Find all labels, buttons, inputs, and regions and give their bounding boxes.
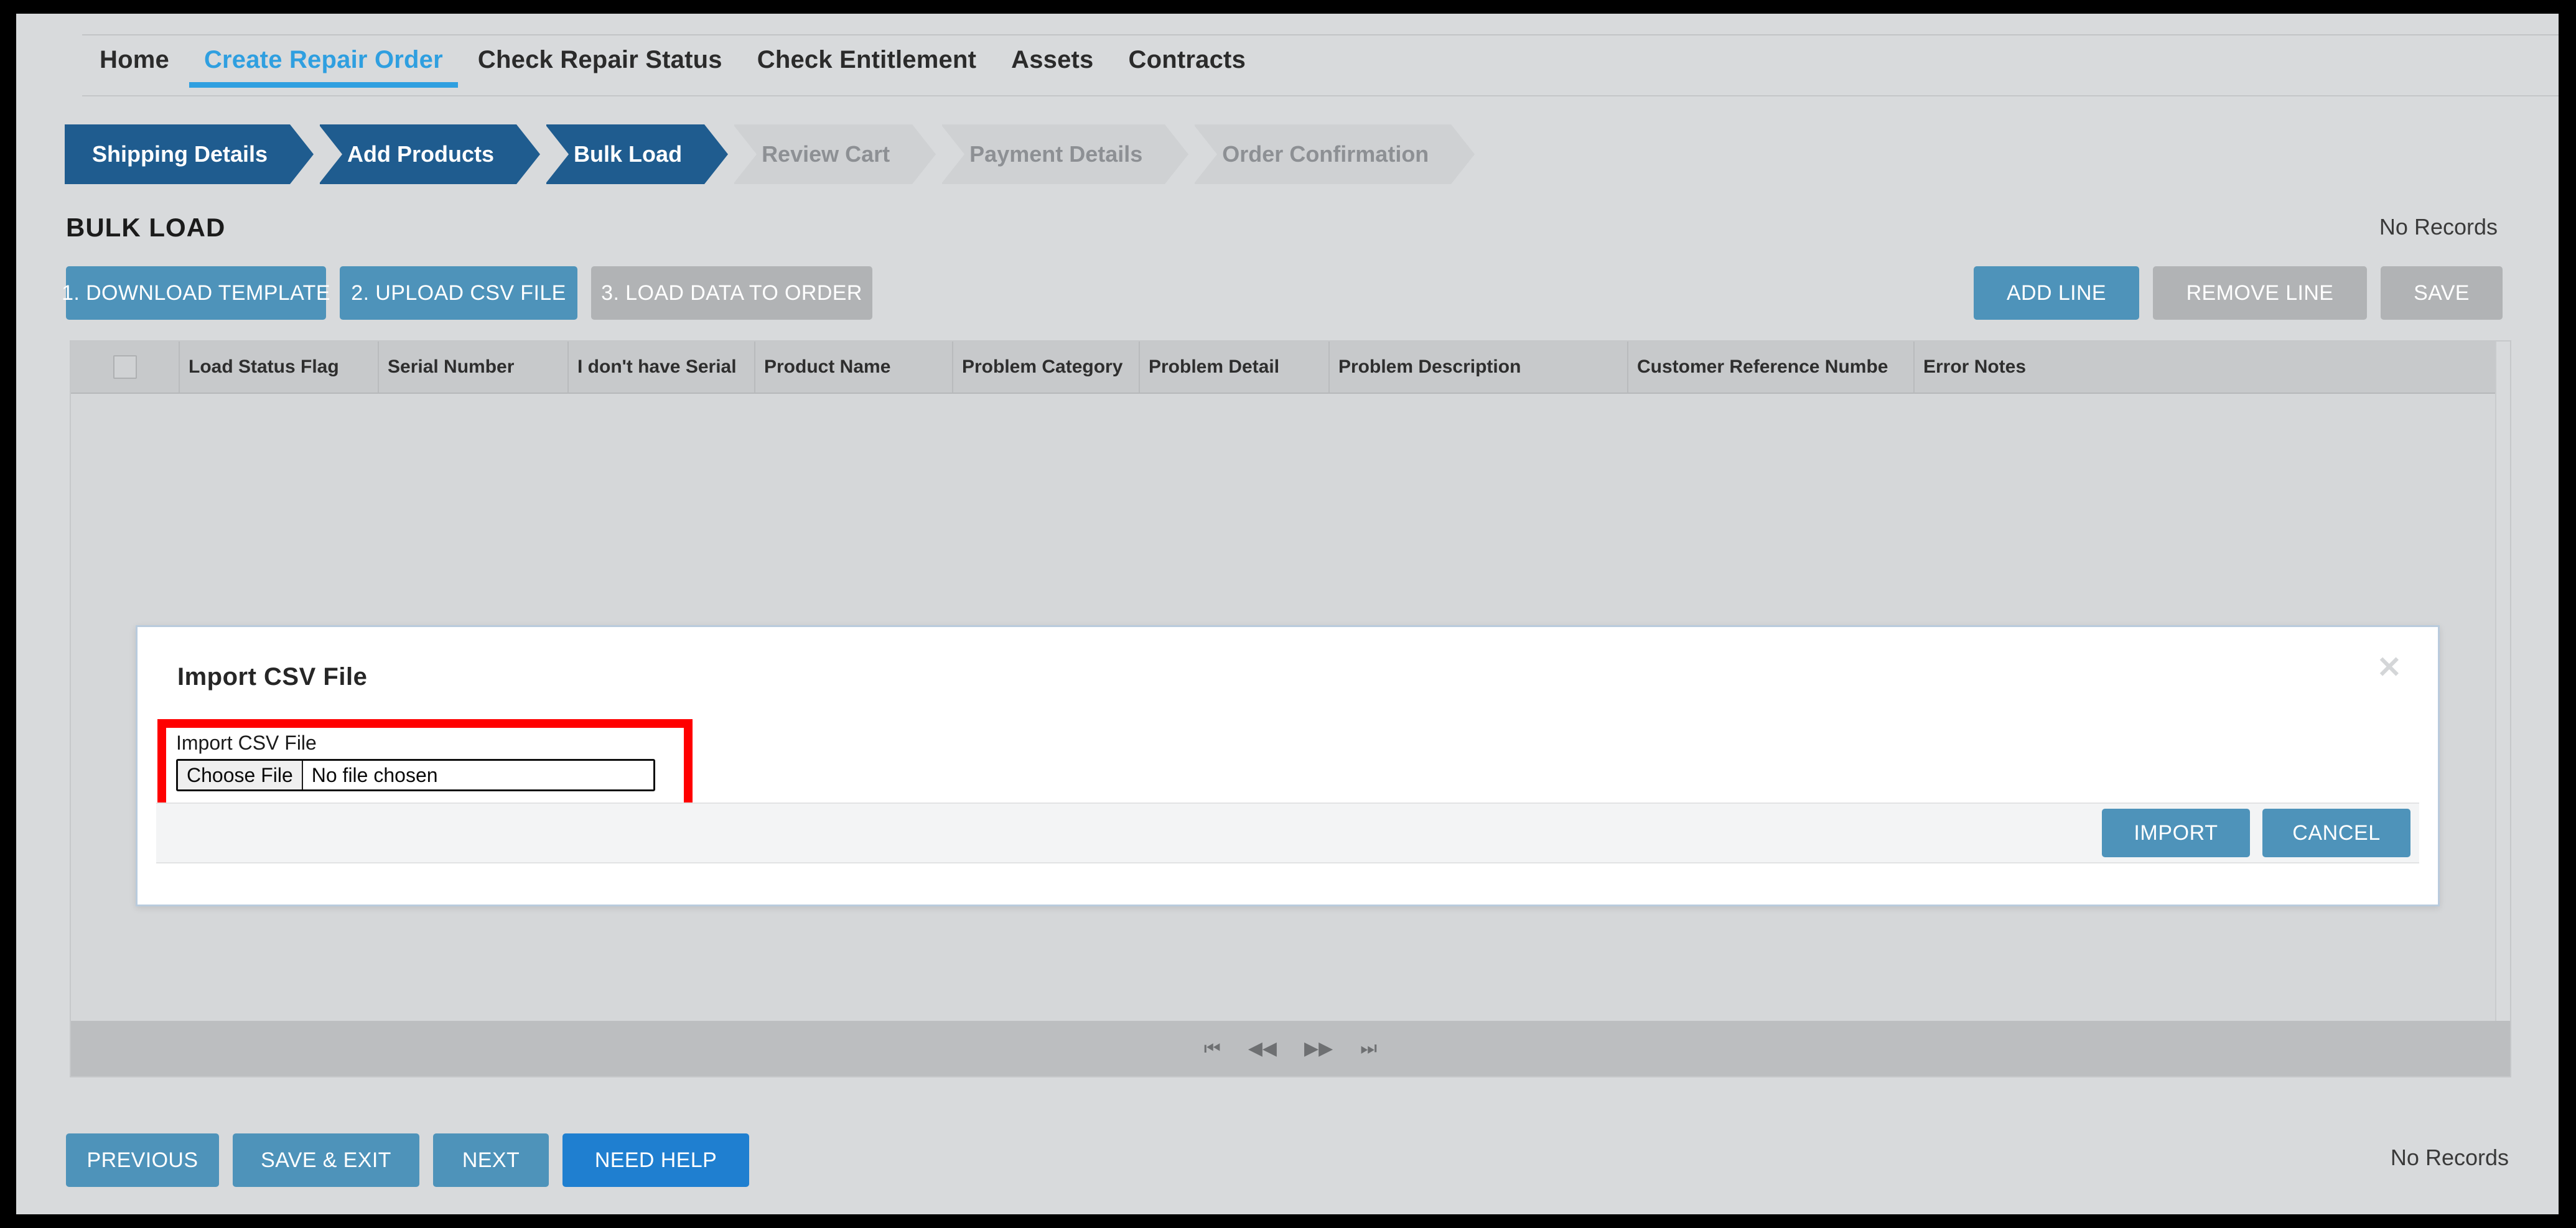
prev-page-icon[interactable]: ◀◀ [1248,1039,1277,1058]
bulk-load-action-buttons: 1. DOWNLOAD TEMPLATE 2. UPLOAD CSV FILE 3.… [62,266,872,320]
wizard-step-notch [941,124,965,184]
wizard-step-label: Add Products [347,141,495,167]
nav-item-label: Home [100,46,169,73]
chevron-right-icon [912,124,936,184]
grid-header-problem-description[interactable]: Problem Description [1330,342,1628,393]
nav-item-assets[interactable]: Assets [994,37,1111,88]
grid-header-select-all[interactable] [71,342,180,393]
nav-items-container: Home Create Repair Order Check Repair Stat… [82,37,1263,88]
wizard-step-label: Bulk Load [574,141,683,167]
nav-item-label: Assets [1011,46,1094,73]
nav-top-divider [82,34,2559,35]
next-page-icon[interactable]: ▶▶ [1304,1039,1333,1058]
remove-line-button: REMOVE LINE [2153,266,2367,320]
chevron-right-icon [1451,124,1475,184]
wizard-step-breadcrumb: Shipping Details Add Products Bulk Load Rev… [65,124,1481,184]
1-download-template-button[interactable]: 1. DOWNLOAD TEMPLATE [62,266,330,320]
nav-active-underline [189,82,458,88]
grid-action-buttons: ADD LINE REMOVE LINE SAVE [1974,266,2503,320]
import-button[interactable]: IMPORT [2102,809,2250,857]
nav-item-label: Check Entitlement [757,46,977,73]
records-count-top: No Records [2379,214,2498,240]
wizard-step-label: Payment Details [969,141,1143,167]
grid-header-label: Serial Number [388,356,515,377]
grid-header-label: I don't have Serial [577,356,737,377]
grid-header-product-name[interactable]: Product Name [755,342,953,393]
import-csv-modal: Import CSV File ✕ Import CSV File Choose… [136,625,2440,906]
nav-item-check-entitlement[interactable]: Check Entitlement [740,37,994,88]
grid-header-customer-reference-number[interactable]: Customer Reference Numbe [1628,342,1915,393]
grid-header-row: Load Status Flag Serial Number I don't hav… [71,342,2498,394]
nav-item-contracts[interactable]: Contracts [1111,37,1264,88]
wizard-step-payment-details[interactable]: Payment Details [941,124,1189,184]
3-load-data-to-order-button: 3. LOAD DATA TO ORDER [591,266,872,320]
wizard-step-label: Review Cart [762,141,890,167]
previous-button[interactable]: PREVIOUS [66,1133,219,1187]
wizard-step-bulk-load[interactable]: Bulk Load [545,124,729,184]
nav-bottom-divider [82,95,2559,96]
wizard-step-notch [319,124,343,184]
next-button[interactable]: NEXT [433,1133,549,1187]
need-help-button[interactable]: NEED HELP [562,1133,749,1187]
application-page: Home Create Repair Order Check Repair Stat… [16,14,2559,1214]
file-field-label: Import CSV File [176,732,317,754]
grid-header-label: Customer Reference Numbe [1637,356,1888,377]
grid-header-serial-number[interactable]: Serial Number [379,342,569,393]
last-page-icon[interactable]: ⏭ [1360,1039,1377,1058]
nav-item-check-repair-status[interactable]: Check Repair Status [460,37,740,88]
wizard-step-label: Shipping Details [92,141,268,167]
grid-header-i-dont-have-serial[interactable]: I don't have Serial [569,342,755,393]
chevron-right-icon [516,124,541,184]
cancel-button[interactable]: CANCEL [2262,809,2410,857]
add-line-button[interactable]: ADD LINE [1974,266,2139,320]
wizard-step-notch [733,124,757,184]
grid-header-load-status-flag[interactable]: Load Status Flag [180,342,379,393]
grid-header-label: Product Name [764,356,891,377]
grid-header-problem-detail[interactable]: Problem Detail [1140,342,1330,393]
modal-footer: IMPORT CANCEL [156,802,2419,863]
wizard-step-order-confirmation[interactable]: Order Confirmation [1193,124,1475,184]
chevron-right-icon [704,124,729,184]
nav-item-label: Check Repair Status [477,46,722,73]
wizard-step-review-cart[interactable]: Review Cart [733,124,936,184]
chevron-right-icon [290,124,314,184]
nav-item-create-repair-order[interactable]: Create Repair Order [187,37,460,88]
grid-header-problem-category[interactable]: Problem Category [953,342,1140,393]
grid-header-label: Load Status Flag [189,356,339,377]
grid-header-label: Problem Description [1338,356,1521,377]
wizard-navigation-buttons: PREVIOUS SAVE & EXIT NEXT NEED HELP [66,1133,749,1187]
first-page-icon[interactable]: ⏮ [1204,1039,1221,1058]
wizard-step-shipping-details[interactable]: Shipping Details [65,124,314,184]
select-all-checkbox[interactable] [113,355,137,379]
wizard-step-notch [545,124,569,184]
modal-title: Import CSV File [177,663,368,691]
2-upload-csv-file-button[interactable]: 2. UPLOAD CSV FILE [340,266,577,320]
grid-header-label: Error Notes [1923,356,2027,377]
wizard-step-add-products[interactable]: Add Products [319,124,541,184]
nav-item-label: Create Repair Order [203,46,443,73]
save-exit-button[interactable]: SAVE & EXIT [233,1133,419,1187]
top-navigation-bar: Home Create Repair Order Check Repair Stat… [16,14,2559,96]
save-button: SAVE [2381,266,2503,320]
grid-header-label: Problem Detail [1149,356,1280,377]
grid-header-error-notes[interactable]: Error Notes [1915,342,2498,393]
wizard-step-notch [1193,124,1218,184]
grid-vertical-scrollbar[interactable] [2495,342,2510,1022]
csv-file-input[interactable]: Choose File No file chosen [176,759,655,791]
close-icon[interactable]: ✕ [2377,653,2402,683]
chevron-right-icon [1165,124,1189,184]
chosen-file-name: No file chosen [311,763,438,786]
grid-pagination-bar: ⏮ ◀◀ ▶▶ ⏭ [71,1021,2510,1076]
nav-item-home[interactable]: Home [82,37,187,88]
wizard-step-label: Order Confirmation [1222,141,1429,167]
grid-header-label: Problem Category [962,356,1123,377]
page-title: BULK LOAD [66,213,226,242]
nav-item-label: Contracts [1128,46,1246,73]
choose-file-button[interactable]: Choose File [178,761,303,789]
records-count-bottom: No Records [2390,1145,2509,1170]
